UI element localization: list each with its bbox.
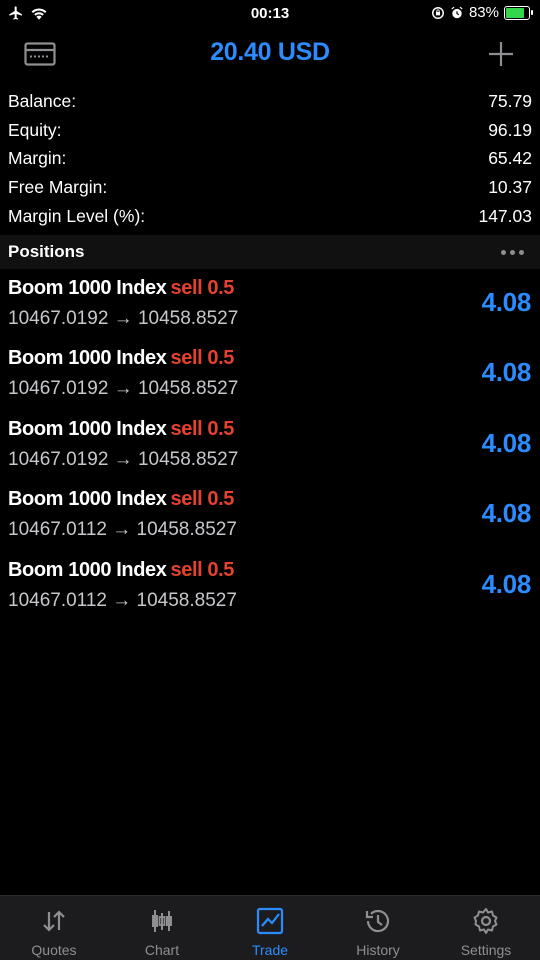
- tab-trade[interactable]: Trade: [216, 896, 324, 960]
- tab-label: Quotes: [31, 942, 77, 958]
- position-symbol: Boom 1000 Index: [8, 558, 167, 581]
- position-side: sell 0.5: [170, 277, 235, 299]
- account-profit-title: 20.40 USD: [210, 38, 330, 66]
- position-profit: 4.08: [481, 427, 532, 458]
- header: 20.40 USD: [0, 32, 540, 78]
- position-title: Boom 1000 Index sell 0.5: [8, 277, 234, 300]
- chart-icon: [152, 910, 172, 932]
- summary-label: Balance:: [8, 90, 77, 111]
- settings-icon: [473, 908, 498, 934]
- position-side: sell 0.5: [170, 417, 235, 440]
- summary-label: Equity:: [8, 119, 62, 140]
- trade-icon: [256, 907, 284, 935]
- position-row[interactable]: Boom 1000 Index sell 0.5 10467.0112 → 104…: [0, 553, 540, 623]
- plus-icon[interactable]: [488, 41, 514, 67]
- summary-value: 75.79: [488, 90, 532, 111]
- position-row[interactable]: Boom 1000 Index sell 0.5 10467.0192 → 104…: [0, 412, 540, 482]
- summary-row-balance: Balance: 75.79: [0, 87, 540, 116]
- position-profit: 4.08: [481, 287, 532, 317]
- summary-row-free-margin: Free Margin: 10.37: [0, 173, 540, 202]
- summary-row-margin: Margin: 65.42: [0, 145, 540, 174]
- position-profit: 4.08: [481, 357, 532, 388]
- position-symbol: Boom 1000 Index: [8, 347, 167, 370]
- position-title: Boom 1000 Index sell 0.5: [8, 347, 234, 370]
- summary-value: 10.37: [488, 177, 532, 198]
- positions-header: Positions: [0, 235, 540, 269]
- tab-settings[interactable]: Settings: [432, 896, 540, 960]
- history-icon: [365, 909, 390, 933]
- quotes-icon: [43, 910, 65, 932]
- position-profit: 4.08: [481, 498, 532, 529]
- position-prices: 10467.0192 → 10458.8527: [8, 448, 239, 470]
- tab-bar: Quotes Chart Trade History Settings: [0, 895, 540, 960]
- alarm-icon: [451, 6, 463, 18]
- position-prices: 10467.0112 → 10458.8527: [8, 519, 237, 541]
- summary-label: Margin:: [8, 148, 67, 169]
- battery-icon: [504, 5, 533, 20]
- position-side: sell 0.5: [170, 488, 235, 511]
- status-right: 83%: [431, 4, 533, 21]
- position-prices: 10467.0192 → 10458.8527: [8, 308, 239, 329]
- position-symbol: Boom 1000 Index: [8, 277, 167, 299]
- summary-value: 96.19: [488, 119, 532, 140]
- battery-percent: 83%: [468, 4, 499, 21]
- position-title: Boom 1000 Index sell 0.5: [8, 488, 234, 511]
- tab-label: History: [356, 942, 400, 958]
- position-title: Boom 1000 Index sell 0.5: [8, 418, 234, 441]
- summary-value: 65.42: [488, 148, 532, 169]
- summary-row-margin-level: Margin Level (%): 147.03: [0, 202, 540, 231]
- position-title: Boom 1000 Index sell 0.5: [8, 559, 234, 582]
- position-row[interactable]: Boom 1000 Index sell 0.5 10467.0112 → 104…: [0, 482, 540, 552]
- positions-list: Boom 1000 Index sell 0.5 10467.0192 → 104…: [0, 271, 540, 623]
- account-summary: Balance: 75.79 Equity: 96.19 Margin: 65.…: [0, 87, 540, 231]
- position-profit: 4.08: [481, 568, 532, 599]
- tab-label: Settings: [460, 942, 512, 958]
- position-side: sell 0.5: [170, 558, 235, 581]
- positions-title: Positions: [8, 242, 85, 261]
- lock-rotation-icon: [431, 6, 444, 19]
- battery-cap: [531, 9, 533, 15]
- tab-label: Trade: [251, 942, 289, 958]
- position-row[interactable]: Boom 1000 Index sell 0.5 10467.0192 → 104…: [0, 341, 540, 411]
- tab-quotes[interactable]: Quotes: [0, 896, 108, 960]
- summary-value: 147.03: [478, 206, 532, 227]
- tab-label: Chart: [144, 942, 180, 958]
- summary-label: Free Margin:: [8, 177, 108, 198]
- position-symbol: Boom 1000 Index: [8, 417, 167, 440]
- status-bar: 00:13 83%: [0, 0, 540, 30]
- battery-fill: [506, 7, 524, 18]
- tab-chart[interactable]: Chart: [108, 896, 216, 960]
- position-prices: 10467.0112 → 10458.8527: [8, 589, 237, 611]
- position-symbol: Boom 1000 Index: [8, 488, 167, 511]
- summary-row-equity: Equity: 96.19: [0, 116, 540, 145]
- position-side: sell 0.5: [170, 347, 235, 370]
- summary-label: Margin Level (%):: [8, 206, 146, 227]
- tab-history[interactable]: History: [324, 896, 432, 960]
- position-row[interactable]: Boom 1000 Index sell 0.5 10467.0192 → 104…: [0, 271, 540, 341]
- position-prices: 10467.0192 → 10458.8527: [8, 378, 239, 400]
- more-options-icon[interactable]: [501, 249, 532, 255]
